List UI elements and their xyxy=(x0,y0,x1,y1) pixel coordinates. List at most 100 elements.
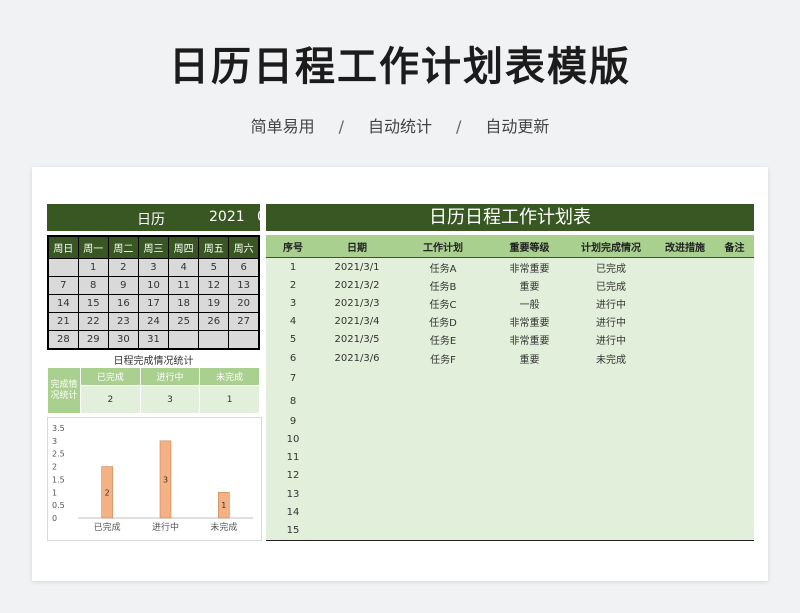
plan-cell[interactable] xyxy=(394,430,492,449)
plan-cell[interactable] xyxy=(394,485,492,504)
calendar-day[interactable] xyxy=(47,258,79,277)
plan-cell[interactable] xyxy=(320,485,394,504)
plan-cell[interactable]: 一般 xyxy=(492,294,567,313)
calendar-day[interactable]: 10 xyxy=(137,276,170,295)
stats-value-done[interactable]: 2 xyxy=(80,385,141,414)
plan-cell[interactable] xyxy=(655,330,715,349)
plan-cell[interactable]: 任务F xyxy=(394,348,492,368)
plan-cell[interactable]: 6 xyxy=(266,348,320,368)
plan-cell[interactable] xyxy=(394,367,492,390)
plan-cell[interactable] xyxy=(715,294,754,313)
plan-cell[interactable] xyxy=(655,448,715,467)
plan-cell[interactable]: 10 xyxy=(266,430,320,449)
plan-cell[interactable]: 未完成 xyxy=(567,348,655,368)
calendar-day[interactable]: 27 xyxy=(228,312,260,331)
plan-cell[interactable]: 任务C xyxy=(394,294,492,313)
plan-cell[interactable] xyxy=(655,430,715,449)
calendar-day[interactable]: 14 xyxy=(47,294,79,313)
plan-cell[interactable]: 8 xyxy=(266,389,320,413)
plan-cell[interactable]: 2 xyxy=(266,276,320,295)
plan-cell[interactable] xyxy=(655,412,715,431)
plan-cell[interactable]: 任务D xyxy=(394,312,492,331)
plan-cell[interactable]: 已完成 xyxy=(567,276,655,295)
calendar-day[interactable]: 3 xyxy=(137,258,170,277)
plan-cell[interactable] xyxy=(655,294,715,313)
plan-cell[interactable] xyxy=(320,521,394,541)
calendar-day[interactable]: 8 xyxy=(77,276,109,295)
calendar-day[interactable]: 26 xyxy=(198,312,230,331)
plan-cell[interactable] xyxy=(715,485,754,504)
plan-cell[interactable] xyxy=(320,412,394,431)
plan-cell[interactable]: 2021/3/6 xyxy=(320,348,394,368)
plan-cell[interactable]: 任务E xyxy=(394,330,492,349)
plan-cell[interactable] xyxy=(567,503,655,522)
plan-cell[interactable] xyxy=(655,348,715,368)
plan-cell[interactable] xyxy=(394,521,492,541)
plan-cell[interactable] xyxy=(715,330,754,349)
plan-cell[interactable] xyxy=(715,430,754,449)
plan-cell[interactable] xyxy=(715,389,754,413)
calendar-day[interactable]: 22 xyxy=(77,312,109,331)
plan-cell[interactable] xyxy=(655,503,715,522)
plan-cell[interactable] xyxy=(655,312,715,331)
plan-cell[interactable]: 11 xyxy=(266,448,320,467)
plan-cell[interactable] xyxy=(655,485,715,504)
plan-cell[interactable] xyxy=(655,389,715,413)
calendar-day[interactable]: 12 xyxy=(198,276,230,295)
plan-cell[interactable] xyxy=(567,485,655,504)
plan-cell[interactable]: 非常重要 xyxy=(492,257,567,277)
plan-cell[interactable] xyxy=(492,430,567,449)
plan-cell[interactable] xyxy=(715,276,754,295)
calendar-day[interactable]: 16 xyxy=(107,294,139,313)
plan-cell[interactable] xyxy=(567,521,655,541)
plan-cell[interactable] xyxy=(567,367,655,390)
plan-cell[interactable]: 非常重要 xyxy=(492,330,567,349)
calendar-day[interactable] xyxy=(228,330,260,350)
plan-cell[interactable]: 1 xyxy=(266,257,320,277)
plan-cell[interactable]: 15 xyxy=(266,521,320,541)
plan-cell[interactable] xyxy=(655,257,715,277)
calendar-day[interactable]: 31 xyxy=(137,330,170,350)
plan-cell[interactable] xyxy=(492,503,567,522)
plan-cell[interactable] xyxy=(492,466,567,486)
plan-cell[interactable]: 重要 xyxy=(492,276,567,295)
plan-cell[interactable] xyxy=(655,466,715,486)
plan-cell[interactable]: 2021/3/4 xyxy=(320,312,394,331)
plan-cell[interactable] xyxy=(394,503,492,522)
calendar-day[interactable] xyxy=(168,330,200,350)
plan-cell[interactable] xyxy=(715,367,754,390)
plan-cell[interactable]: 进行中 xyxy=(567,294,655,313)
plan-cell[interactable]: 2021/3/2 xyxy=(320,276,394,295)
plan-cell[interactable] xyxy=(567,389,655,413)
plan-cell[interactable] xyxy=(715,312,754,331)
plan-cell[interactable]: 2021/3/5 xyxy=(320,330,394,349)
stats-value-progress[interactable]: 3 xyxy=(139,385,201,414)
calendar-day[interactable]: 11 xyxy=(168,276,200,295)
plan-cell[interactable] xyxy=(394,389,492,413)
calendar-day[interactable]: 29 xyxy=(77,330,109,350)
completion-chart[interactable]: 0 0.5 1 1.5 2 2.5 3 3.5 2 已完成 3 进行中 1 未完成 xyxy=(47,417,262,541)
plan-cell[interactable]: 进行中 xyxy=(567,330,655,349)
plan-cell[interactable] xyxy=(320,466,394,486)
calendar-day[interactable]: 7 xyxy=(47,276,79,295)
plan-cell[interactable] xyxy=(320,430,394,449)
plan-cell[interactable] xyxy=(320,503,394,522)
plan-cell[interactable] xyxy=(655,367,715,390)
plan-cell[interactable] xyxy=(567,412,655,431)
plan-cell[interactable] xyxy=(394,448,492,467)
plan-cell[interactable] xyxy=(320,389,394,413)
calendar-day[interactable]: 20 xyxy=(228,294,260,313)
plan-cell[interactable]: 2021/3/1 xyxy=(320,257,394,277)
plan-cell[interactable] xyxy=(320,367,394,390)
plan-cell[interactable] xyxy=(492,412,567,431)
calendar-day[interactable]: 5 xyxy=(198,258,230,277)
plan-cell[interactable]: 2021/3/3 xyxy=(320,294,394,313)
plan-cell[interactable]: 14 xyxy=(266,503,320,522)
plan-cell[interactable] xyxy=(567,448,655,467)
calendar-day[interactable]: 15 xyxy=(77,294,109,313)
plan-cell[interactable] xyxy=(715,348,754,368)
stats-value-pending[interactable]: 1 xyxy=(199,385,260,414)
plan-cell[interactable] xyxy=(655,276,715,295)
plan-cell[interactable] xyxy=(715,521,754,541)
calendar-day[interactable]: 19 xyxy=(198,294,230,313)
